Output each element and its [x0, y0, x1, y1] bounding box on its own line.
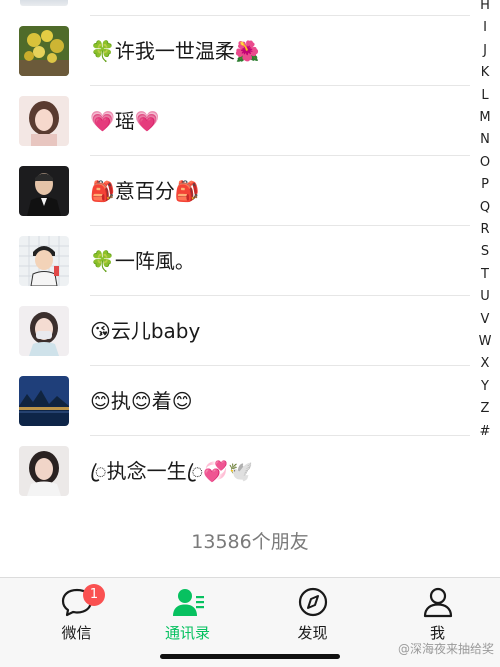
contact-avatar[interactable]	[19, 446, 69, 496]
partial-avatar	[20, 0, 68, 6]
index-letter[interactable]: X	[473, 356, 497, 371]
contact-name: 🎒意百分🎒	[90, 179, 200, 203]
index-letter[interactable]: U	[473, 289, 497, 304]
contact-name: 😘云儿baby	[90, 319, 201, 343]
index-letter[interactable]: R	[473, 222, 497, 237]
contact-name: 💗瑶💗	[90, 109, 160, 133]
partial-contact-row	[0, 0, 470, 16]
watermark: @深海夜来抽给奖	[397, 642, 494, 656]
contact-row[interactable]: 🎒意百分🎒	[0, 156, 470, 226]
index-letter[interactable]: P	[473, 177, 497, 192]
unread-badge: 1	[83, 584, 105, 606]
tab-me[interactable]: 我	[375, 578, 500, 648]
tab-chats[interactable]: 1 微信	[14, 578, 139, 648]
tab-contacts[interactable]: 通讯录	[125, 578, 250, 648]
index-letter[interactable]: O	[473, 155, 497, 170]
index-letter[interactable]: V	[473, 312, 497, 327]
contact-avatar[interactable]	[19, 376, 69, 426]
index-letter[interactable]: #	[473, 424, 497, 439]
contact-avatar[interactable]	[19, 96, 69, 146]
index-letter[interactable]: N	[473, 132, 497, 147]
home-indicator[interactable]	[160, 654, 340, 659]
tab-discover[interactable]: 发现	[250, 578, 375, 648]
contact-row[interactable]: 🍀许我一世温柔🌺	[0, 16, 470, 86]
contact-avatar[interactable]	[19, 26, 69, 76]
index-letter[interactable]: I	[473, 20, 497, 35]
index-letter[interactable]: Z	[473, 401, 497, 416]
contact-row[interactable]: 💗瑶💗	[0, 86, 470, 156]
index-letter[interactable]: K	[473, 65, 497, 80]
contact-avatar[interactable]	[19, 166, 69, 216]
contact-row[interactable]: ꦿ执念一生ꦿ💞🕊️	[0, 436, 470, 506]
contact-name: ꦿ执念一生ꦿ💞🕊️	[90, 459, 254, 483]
contact-name: 🍀许我一世温柔🌺	[90, 39, 260, 63]
index-letter[interactable]: L	[473, 88, 497, 103]
contact-row[interactable]: 😊执😊着😊	[0, 366, 470, 436]
tab-label: 发现	[297, 624, 328, 642]
tab-label: 微信	[61, 624, 92, 642]
person-icon	[421, 586, 455, 618]
contacts-icon	[171, 586, 205, 618]
contact-avatar[interactable]	[19, 236, 69, 286]
index-letter[interactable]: M	[473, 110, 497, 125]
index-letter[interactable]: S	[473, 244, 497, 259]
index-letter[interactable]: W	[473, 334, 497, 349]
index-letter[interactable]: J	[473, 43, 497, 58]
contact-name: 😊执😊着😊	[90, 389, 193, 413]
index-letter[interactable]: Q	[473, 200, 497, 215]
index-letter[interactable]: Y	[473, 379, 497, 394]
index-letter[interactable]: T	[473, 267, 497, 282]
contact-name: 🍀一阵風。	[90, 249, 195, 273]
contact-row[interactable]: 🍀一阵風。	[0, 226, 470, 296]
friend-count: 13586个朋友	[191, 531, 309, 553]
contact-row[interactable]: 😘云儿baby	[0, 296, 470, 366]
contact-avatar[interactable]	[19, 306, 69, 356]
index-letter[interactable]: H	[473, 0, 497, 13]
tab-label: 通讯录	[164, 624, 210, 642]
compass-icon	[296, 586, 330, 618]
